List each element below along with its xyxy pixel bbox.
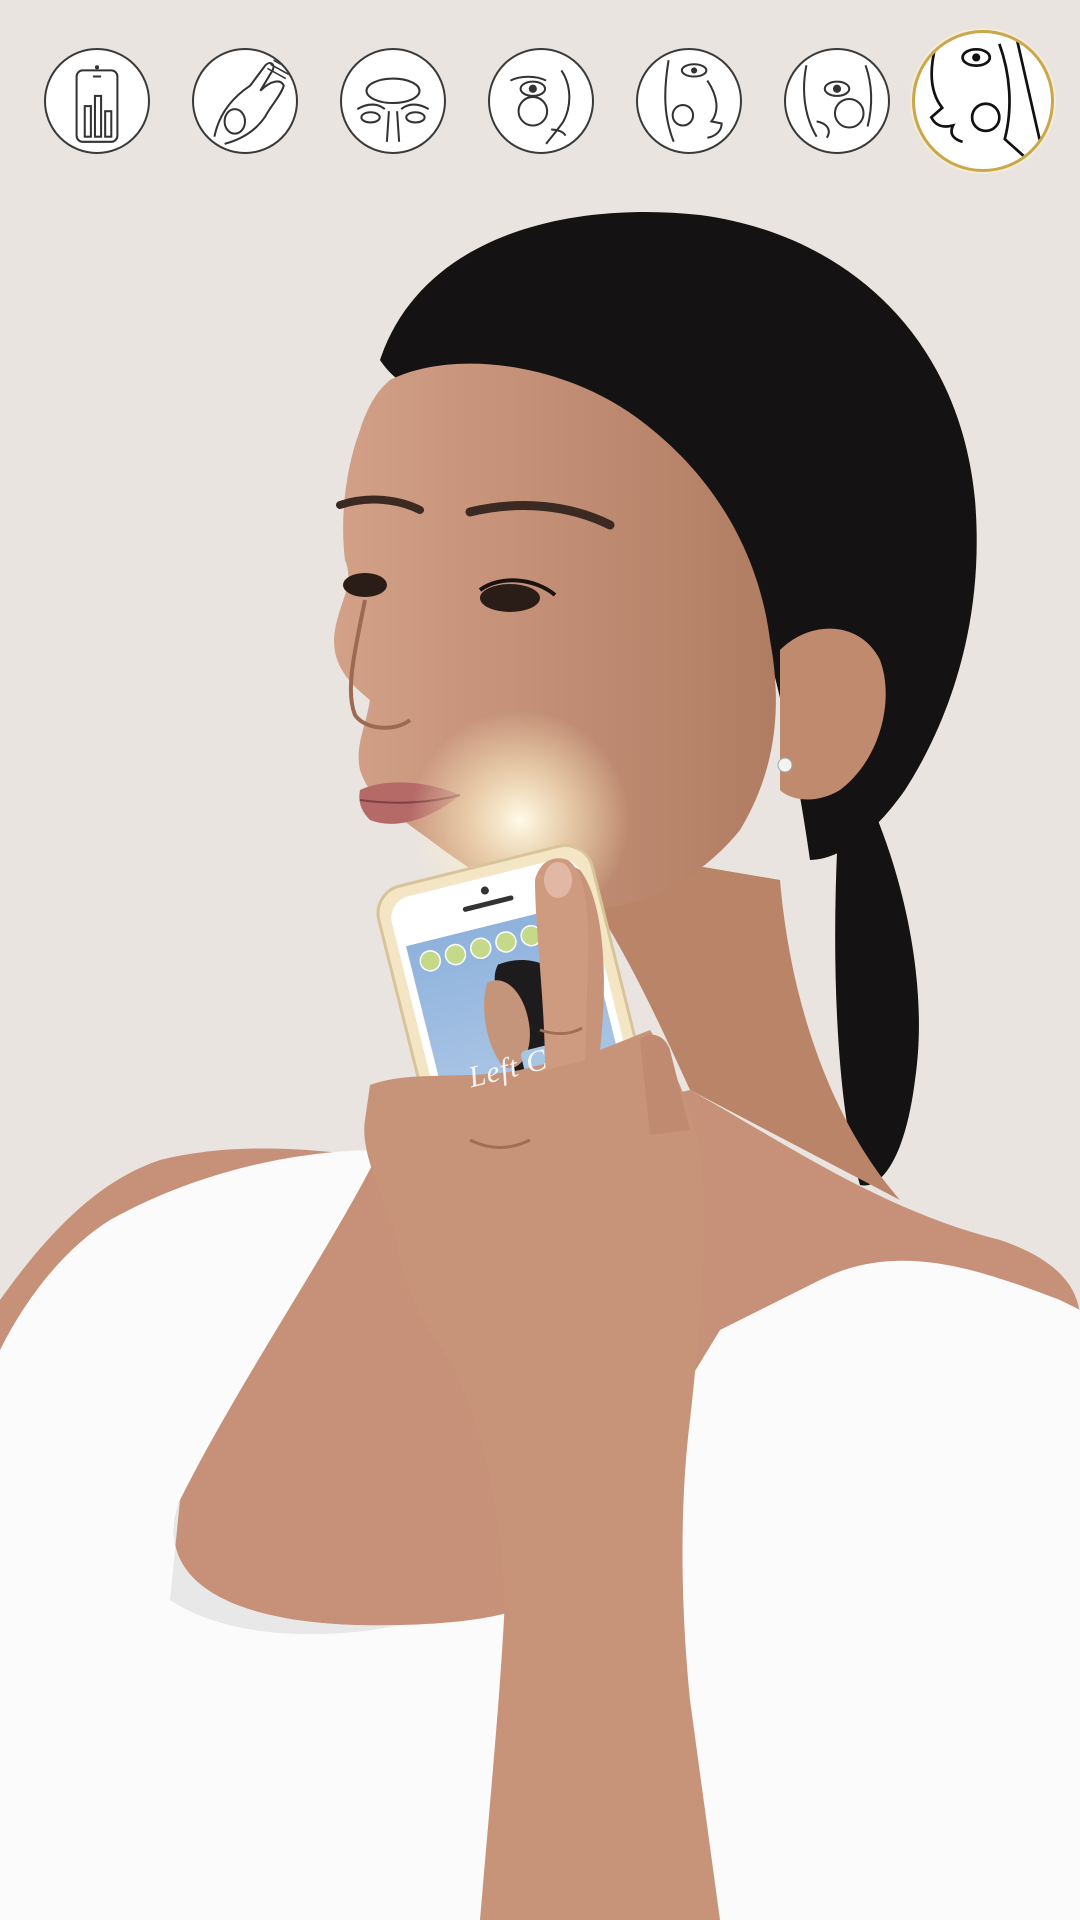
phone-chart-step[interactable] [44, 48, 150, 154]
forehead-icon [356, 77, 430, 142]
phone-chart-icon [75, 65, 119, 143]
chin-step[interactable] [636, 48, 742, 154]
tutorial-screen: Left C [0, 0, 1080, 1920]
hand-icon [213, 59, 293, 145]
left-cheek-icon [803, 64, 873, 139]
forehead-step[interactable] [340, 48, 446, 154]
left-cheek-step[interactable] [784, 48, 890, 154]
right-cheek-icon [509, 69, 571, 145]
jaw-step[interactable] [912, 30, 1054, 172]
model-photo [0, 211, 1080, 1920]
step-navigation [0, 0, 1080, 200]
jaw-icon [929, 39, 1042, 164]
right-cheek-step[interactable] [488, 48, 594, 154]
hand-step[interactable] [192, 48, 298, 154]
chin-icon [664, 60, 723, 143]
